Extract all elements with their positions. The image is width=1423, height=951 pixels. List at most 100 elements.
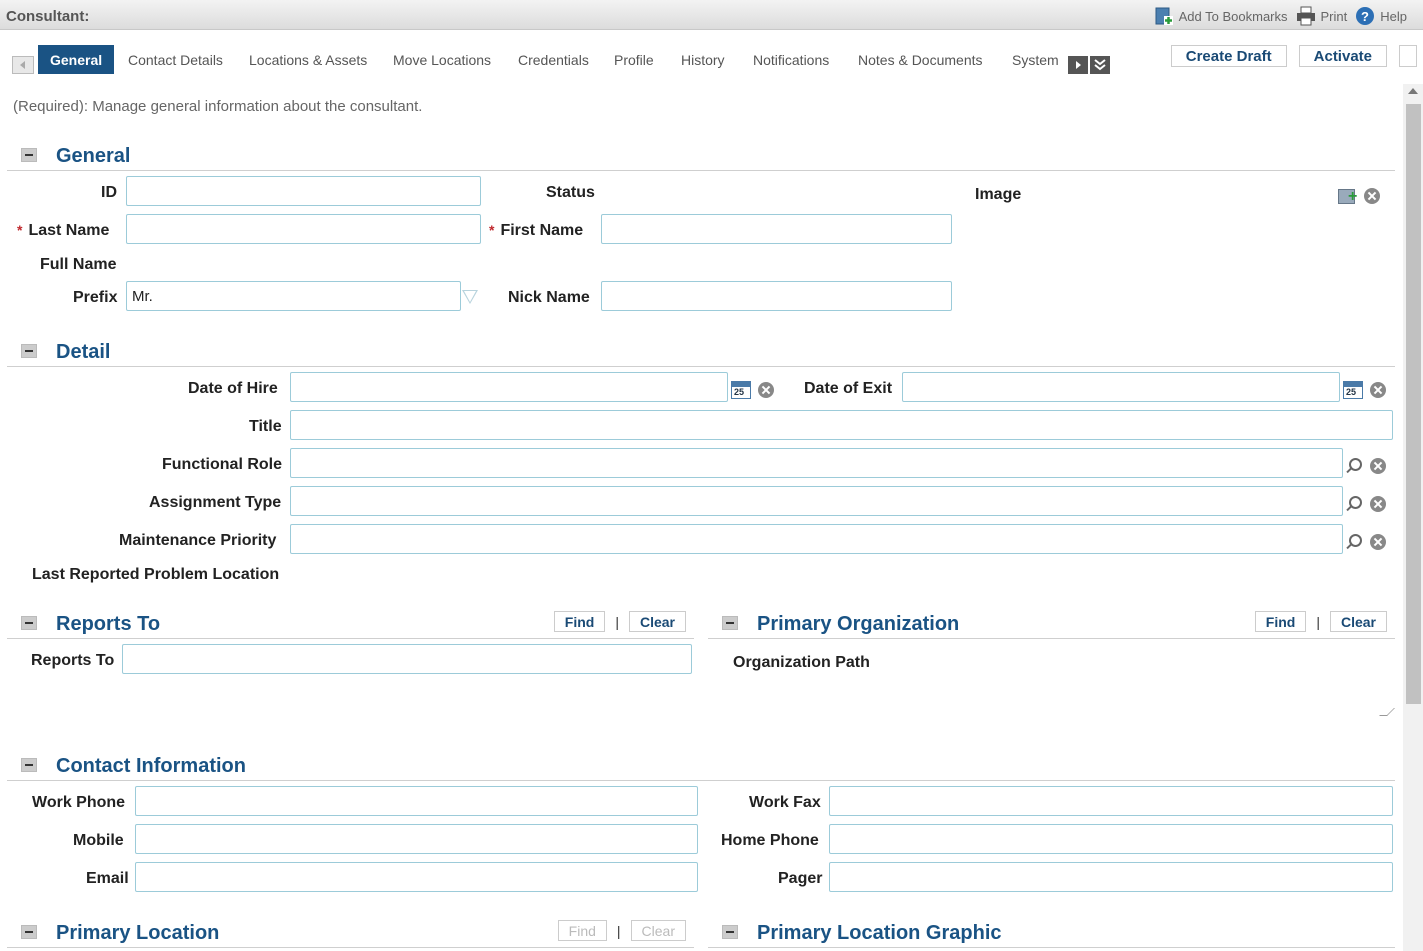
printer-icon (1296, 6, 1315, 26)
collapse-reports-to-toggle[interactable] (21, 616, 37, 630)
nick-name-label: Nick Name (508, 289, 590, 306)
prefix-select[interactable] (126, 281, 461, 311)
search-icon[interactable] (1344, 495, 1362, 513)
last-name-label-wrap: * Last Name (17, 222, 109, 240)
top-links: Add To Bookmarks Print ? Help (1146, 6, 1407, 26)
last-name-label: Last Name (28, 222, 110, 239)
nick-name-input[interactable] (601, 281, 952, 311)
tab-overflow-button[interactable] (1090, 56, 1110, 74)
work-phone-input[interactable] (135, 786, 698, 816)
primary-organization-buttons: Find | Clear (1254, 611, 1387, 632)
date-of-hire-input[interactable] (290, 372, 728, 402)
collapse-general-toggle[interactable] (21, 148, 37, 162)
dropdown-triangle-icon[interactable] (462, 290, 478, 304)
tab-notifications[interactable]: Notifications (753, 45, 829, 74)
help-label: Help (1380, 8, 1407, 24)
chevron-right-icon (1076, 61, 1081, 69)
collapse-detail-toggle[interactable] (21, 344, 37, 358)
scroll-thumb[interactable] (1406, 104, 1421, 704)
last-name-input[interactable] (126, 214, 481, 244)
collapse-primary-organization-toggle[interactable] (722, 616, 738, 630)
tab-locations-assets[interactable]: Locations & Assets (249, 45, 367, 74)
print-label: Print (1320, 8, 1348, 24)
clear-image-icon[interactable] (1364, 188, 1380, 204)
scroll-up-icon[interactable] (1408, 88, 1418, 94)
work-fax-input[interactable] (829, 786, 1393, 816)
tab-contact-details[interactable]: Contact Details (128, 45, 223, 74)
tab-profile[interactable]: Profile (614, 45, 654, 74)
pager-input[interactable] (829, 862, 1393, 892)
id-input[interactable] (126, 176, 481, 206)
tab-system[interactable]: System (1012, 45, 1059, 74)
assignment-type-input[interactable] (290, 486, 1343, 516)
add-bookmark-link[interactable]: Add To Bookmarks (1154, 6, 1288, 26)
prefix-label: Prefix (73, 289, 118, 306)
tab-scroll-left-button[interactable] (12, 56, 34, 74)
collapse-primary-location-toggle[interactable] (21, 925, 37, 939)
work-fax-label: Work Fax (749, 794, 821, 811)
section-general: General (7, 137, 1395, 171)
resize-handle[interactable] (1379, 708, 1395, 716)
tab-history[interactable]: History (681, 45, 725, 74)
clear-date-of-exit-icon[interactable] (1370, 382, 1386, 398)
full-name-label: Full Name (40, 256, 117, 273)
clear-maintenance-priority-icon[interactable] (1370, 534, 1386, 550)
title-input[interactable] (290, 410, 1393, 440)
section-reports-to: Reports To Find | Clear (7, 605, 694, 639)
collapse-contact-information-toggle[interactable] (21, 758, 37, 772)
primary-location-find-button[interactable]: Find (557, 920, 607, 941)
organization-path-label: Organization Path (733, 654, 870, 671)
double-chevron-down-icon (1094, 59, 1106, 71)
date-of-hire-label: Date of Hire (188, 380, 278, 397)
create-draft-button[interactable]: Create Draft (1170, 45, 1287, 67)
email-input[interactable] (135, 862, 698, 892)
tab-move-locations[interactable]: Move Locations (393, 45, 491, 74)
scrollbar[interactable] (1403, 84, 1423, 951)
button-separator: | (615, 613, 619, 630)
clear-date-of-hire-icon[interactable] (758, 382, 774, 398)
collapse-primary-location-graphic-toggle[interactable] (722, 925, 738, 939)
reports-to-clear-button[interactable]: Clear (628, 611, 686, 632)
tab-general[interactable]: General (38, 45, 115, 74)
search-icon[interactable] (1344, 457, 1362, 475)
help-link[interactable]: ? Help (1355, 6, 1407, 26)
functional-role-input[interactable] (290, 448, 1343, 478)
add-image-icon[interactable] (1338, 187, 1358, 205)
section-contact-information: Contact Information (7, 747, 1395, 781)
maintenance-priority-input[interactable] (290, 524, 1343, 554)
page-title: Consultant: (6, 8, 90, 25)
tab-notes-documents[interactable]: Notes & Documents (858, 45, 983, 74)
activate-button[interactable]: Activate (1298, 45, 1387, 67)
button-separator: | (1316, 613, 1320, 630)
required-marker: * (489, 222, 495, 238)
assignment-type-label: Assignment Type (149, 494, 282, 511)
reports-to-find-button[interactable]: Find (553, 611, 606, 632)
reports-to-input[interactable] (122, 644, 692, 674)
search-icon[interactable] (1344, 533, 1362, 551)
calendar-icon[interactable]: 25 (1343, 381, 1363, 399)
primary-location-buttons: Find | Clear (557, 920, 686, 941)
tab-scroll-right-button[interactable] (1068, 56, 1088, 74)
clear-assignment-type-icon[interactable] (1370, 496, 1386, 512)
clear-functional-role-icon[interactable] (1370, 458, 1386, 474)
more-actions-button[interactable] (1399, 45, 1417, 67)
required-marker: * (17, 222, 23, 238)
home-phone-input[interactable] (829, 824, 1393, 854)
help-icon: ? (1356, 7, 1375, 25)
first-name-input[interactable] (601, 214, 952, 244)
calendar-icon[interactable]: 25 (731, 381, 751, 399)
date-of-exit-input[interactable] (902, 372, 1340, 402)
section-primary-location-graphic: Primary Location Graphic (708, 914, 1395, 948)
primary-organization-clear-button[interactable]: Clear (1329, 611, 1387, 632)
primary-location-clear-button[interactable]: Clear (630, 920, 686, 941)
print-link[interactable]: Print (1296, 6, 1348, 26)
pager-label: Pager (778, 870, 823, 887)
reports-to-label: Reports To (31, 652, 115, 669)
first-name-label-wrap: * First Name (489, 222, 583, 240)
tab-credentials[interactable]: Credentials (518, 45, 589, 74)
image-label: Image (975, 186, 1022, 203)
page-description: (Required): Manage general information a… (13, 98, 423, 115)
primary-organization-find-button[interactable]: Find (1254, 611, 1307, 632)
mobile-input[interactable] (135, 824, 698, 854)
last-reported-problem-location-label: Last Reported Problem Location (32, 566, 280, 583)
